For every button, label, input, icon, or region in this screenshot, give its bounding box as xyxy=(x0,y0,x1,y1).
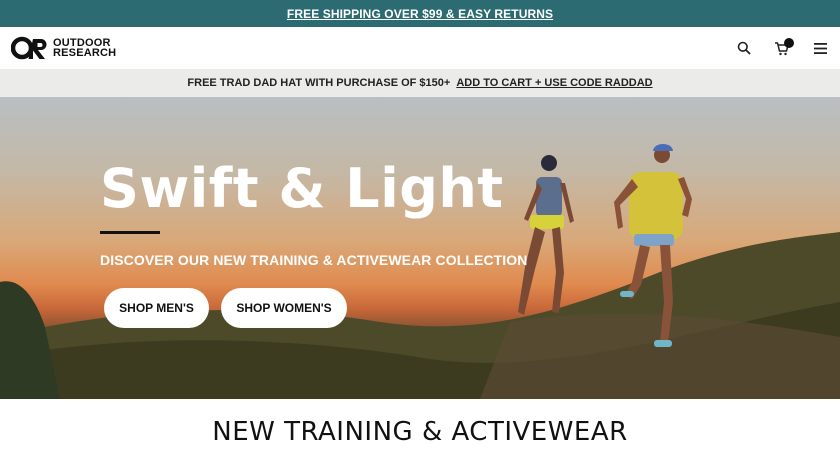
cart-icon[interactable] xyxy=(772,38,794,58)
logo-mark-icon xyxy=(11,36,49,60)
hero-subtitle: DISCOVER OUR NEW TRAINING & ACTIVEWEAR C… xyxy=(100,252,528,268)
section-title: NEW TRAINING & ACTIVEWEAR xyxy=(212,417,628,447)
hero-divider xyxy=(100,231,160,234)
promo-banner: FREE TRAD DAD HAT WITH PURCHASE OF $150+… xyxy=(0,69,840,97)
header-actions xyxy=(734,38,830,58)
menu-icon[interactable] xyxy=(810,38,830,58)
hero-banner: Swift & Light DISCOVER OUR NEW TRAINING … xyxy=(0,97,840,399)
shop-mens-button[interactable]: SHOP MEN'S xyxy=(104,288,209,328)
hero-content: Swift & Light DISCOVER OUR NEW TRAINING … xyxy=(100,159,528,328)
shipping-banner-link[interactable]: FREE SHIPPING OVER $99 & EASY RETURNS xyxy=(287,7,553,21)
logo-wordmark: OUTDOOR RESEARCH xyxy=(53,38,117,59)
brand-logo[interactable]: OUTDOOR RESEARCH xyxy=(11,36,116,60)
hero-buttons: SHOP MEN'S SHOP WOMEN'S xyxy=(104,288,528,328)
logo-line-research: RESEARCH xyxy=(53,47,117,59)
promo-link[interactable]: ADD TO CART + USE CODE RADDAD xyxy=(456,77,652,89)
search-icon[interactable] xyxy=(734,38,754,58)
shipping-banner: FREE SHIPPING OVER $99 & EASY RETURNS xyxy=(0,0,840,27)
site-header: OUTDOOR RESEARCH xyxy=(0,27,840,69)
promo-text: FREE TRAD DAD HAT WITH PURCHASE OF $150+ xyxy=(187,77,451,89)
cart-count-badge xyxy=(784,38,794,48)
shop-womens-button[interactable]: SHOP WOMEN'S xyxy=(221,288,347,328)
hero-title: Swift & Light xyxy=(100,157,504,220)
